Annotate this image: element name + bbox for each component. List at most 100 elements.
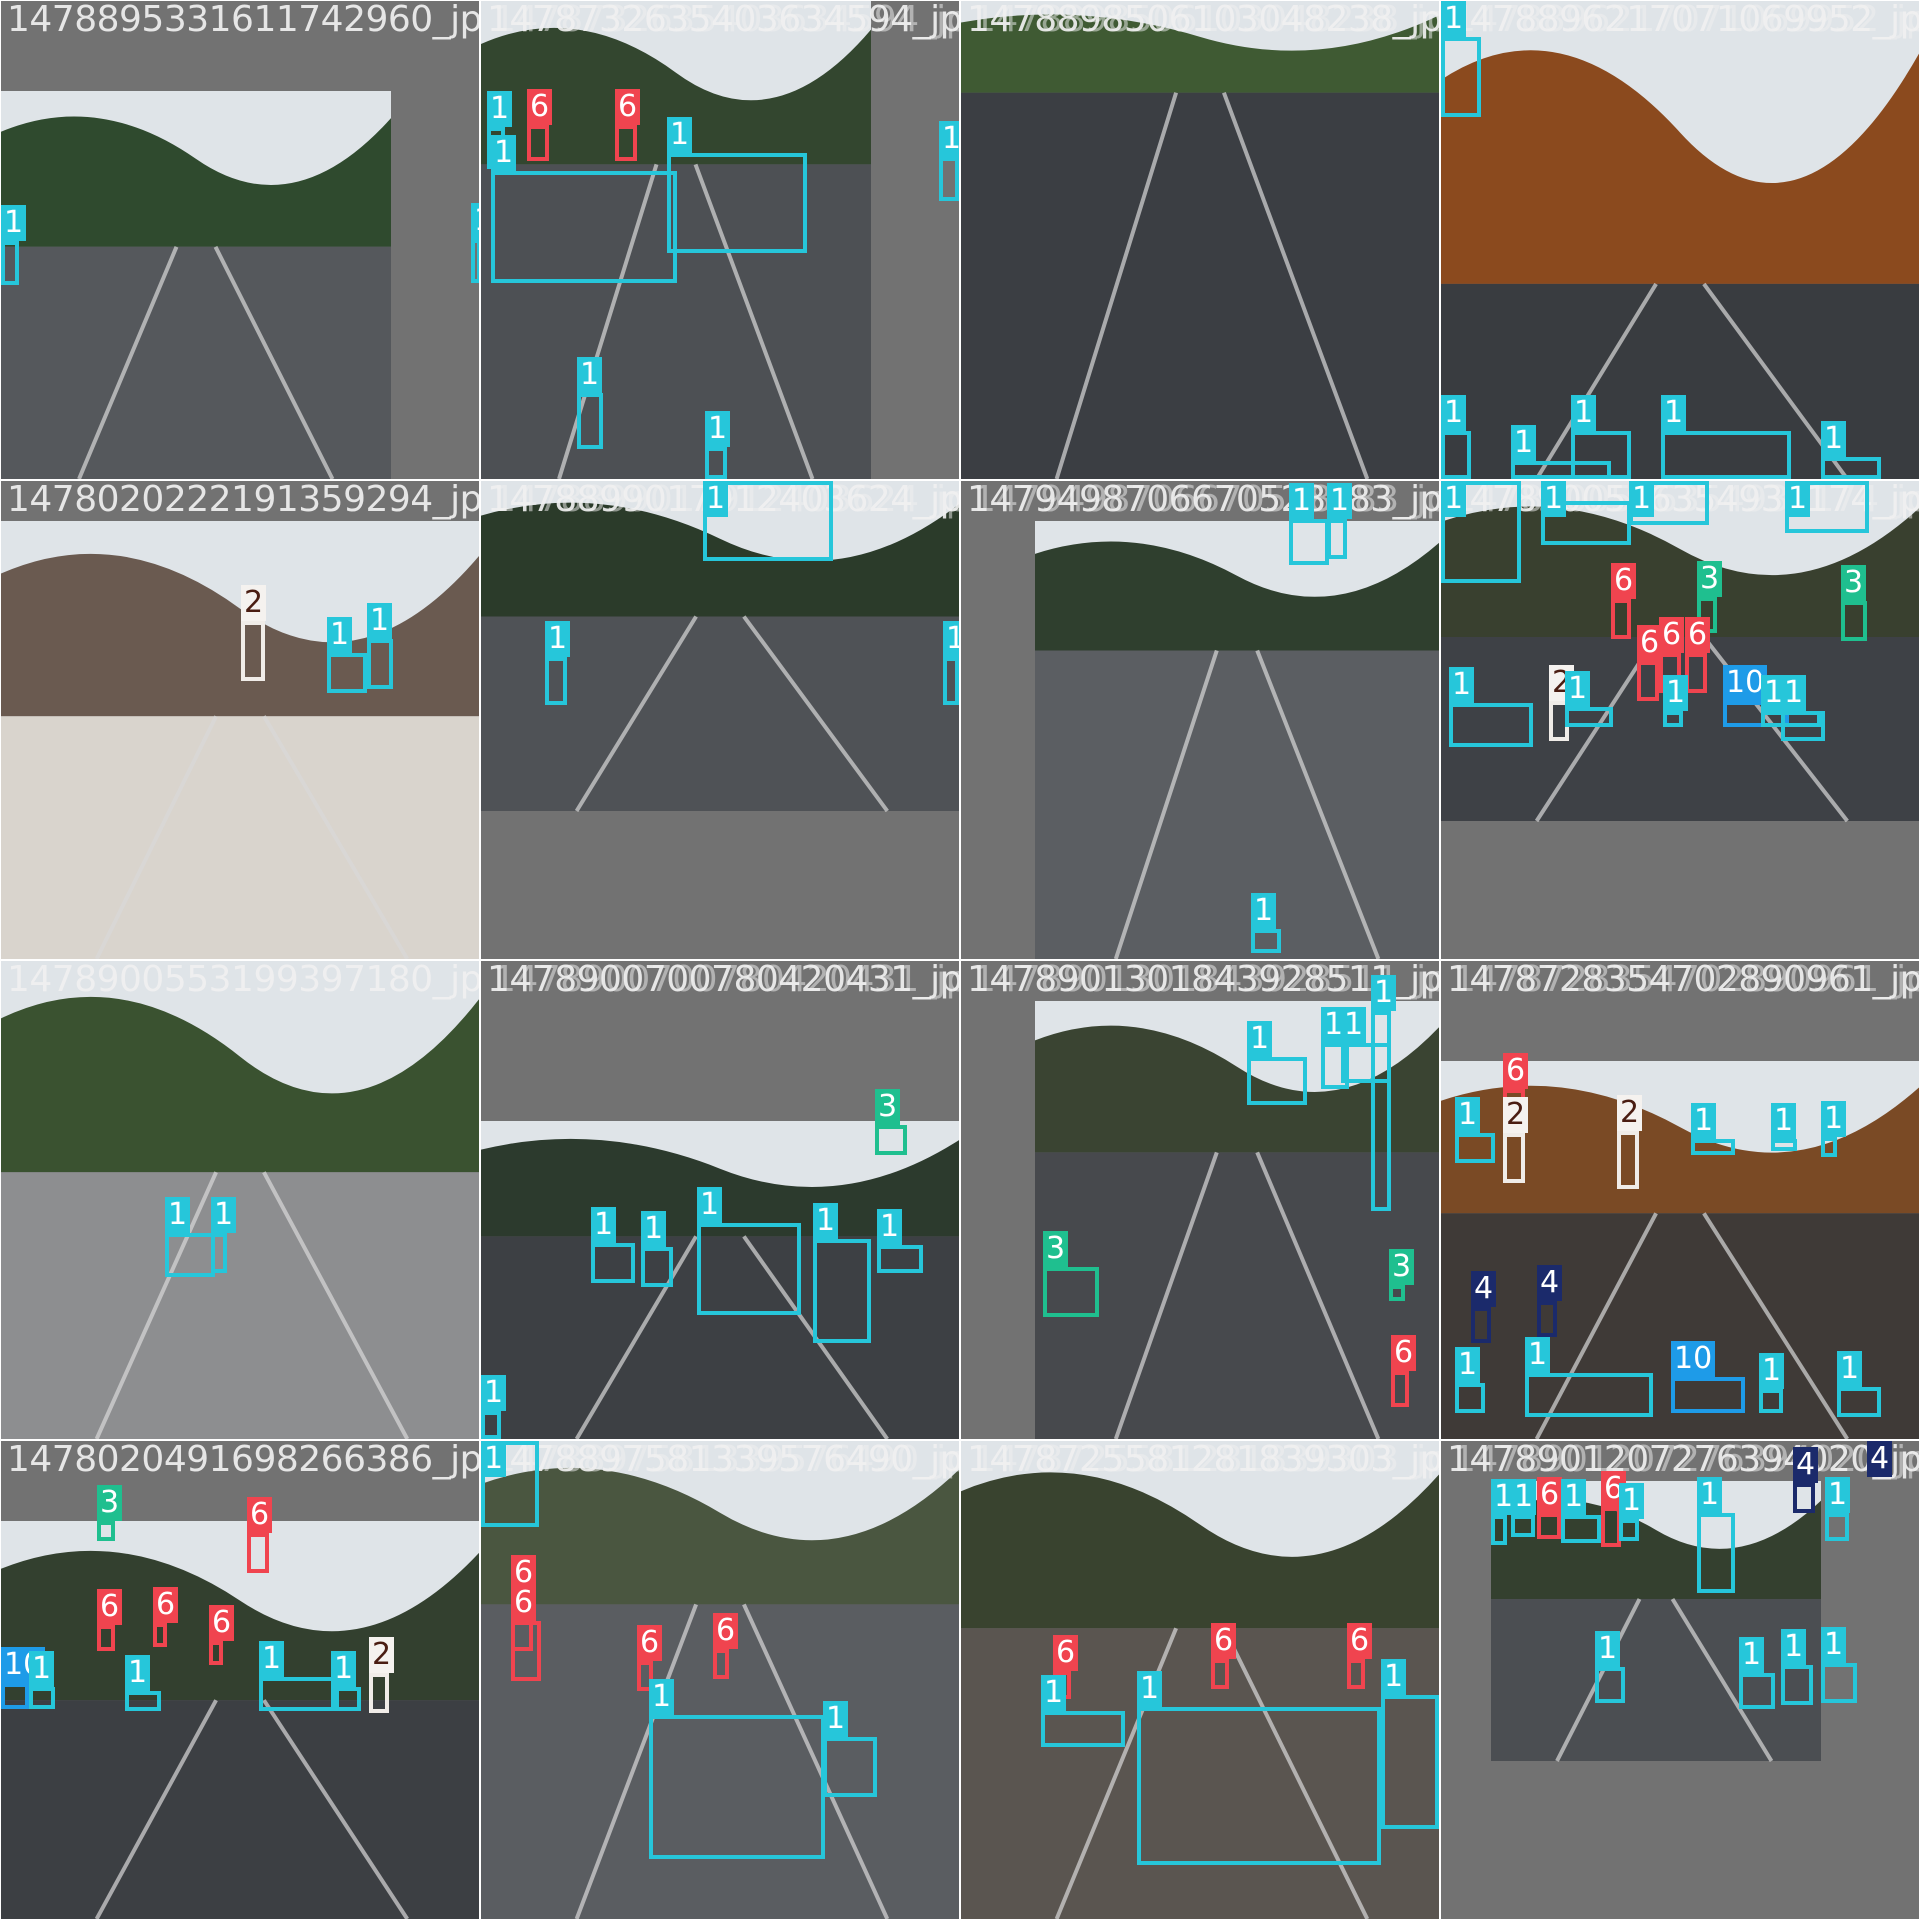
filename-label-overlap: 1478728354702890961_jpg [1453,961,1919,1000]
class-label: 1 [1247,1021,1273,1057]
class-label: 6 [1503,1053,1529,1089]
mosaic-tile: 1478895331611742960_jpg 1 1 [1,1,479,479]
bounding-box [1611,599,1631,639]
bounding-box [1043,1267,1099,1317]
class-label: 1 [877,1209,903,1245]
bounding-box [1441,37,1481,117]
class-label: 1 [1441,481,1467,517]
bounding-box [545,657,567,705]
class-label: 1 [1289,483,1315,519]
mosaic-tile: 1478725581281839303_jpg 14787255812818393… [961,1441,1439,1919]
class-label: 1 [649,1679,675,1715]
class-label: 1 [1041,1675,1067,1711]
bounding-box [1389,1285,1405,1301]
class-label: 3 [1697,561,1723,597]
class-label: 3 [97,1485,123,1521]
filename-label-overlap: 1478725581281839303_jpg [973,1441,1439,1480]
bounding-box [641,1247,673,1287]
class-label: 6 [713,1613,739,1649]
bounding-box [1471,1307,1491,1343]
class-label: 1 [1821,1627,1847,1663]
class-label: 1 [487,91,513,127]
class-label: 1 [667,117,693,153]
class-label: 1 [1541,481,1567,517]
class-label: 4 [1537,1265,1563,1301]
bounding-box [491,171,677,283]
mosaic-tile: 1478900596354935174_jpg 14789005963549351… [1441,481,1919,959]
filename-label: 1478020222191359294_jpg [7,481,479,520]
bounding-box [1247,1057,1307,1105]
class-label: 1 [823,1701,849,1737]
bounding-box [1595,1667,1625,1703]
filename-label-overlap: 1478898506103048238_jpg [973,1,1439,40]
bounding-box [591,1243,635,1283]
class-label: 1 [481,1375,507,1411]
class-label: 1 [1327,483,1353,519]
class-label: 1 [367,603,393,639]
class-label: 1 [1511,425,1537,461]
bounding-box [1251,929,1281,953]
class-label: 1 [1441,1,1467,37]
class-label: 6 [511,1585,537,1621]
class-label: 3 [1841,565,1867,601]
bounding-box [1825,1513,1849,1541]
bounding-box [1821,1137,1837,1157]
bounding-box [1739,1673,1775,1709]
bounding-box [1455,1133,1495,1163]
class-label: 4 [1793,1447,1819,1483]
class-label: 1 [1,205,27,241]
bounding-box [667,153,807,253]
class-label: 1 [1781,675,1807,711]
bounding-box [1537,1513,1561,1539]
mosaic-grid: 1478895331611742960_jpg 1 1 147873263540363… [0,0,1920,1920]
bounding-box [1347,1659,1365,1689]
filename-label-overlap: 1478901207276394020_jpg [1453,1441,1919,1480]
bounding-box [1671,1377,1745,1413]
bounding-box [1455,1383,1485,1413]
class-label: 1 [1759,1353,1785,1389]
bounding-box [1663,711,1683,727]
class-label: 1 [1821,421,1847,457]
bounding-box [369,1673,389,1713]
bounding-box [1793,1483,1815,1513]
bounding-box [331,1687,361,1711]
class-label: 1 [1455,1097,1481,1133]
class-label: 6 [209,1605,235,1641]
bounding-box [1137,1707,1381,1865]
class-label: 1 [1441,395,1467,431]
bounding-box [705,447,727,479]
class-label: 1 [1381,1659,1407,1695]
bounding-box [1661,431,1791,479]
class-label: 1 [1561,1479,1587,1515]
class-label: 1 [1629,481,1655,517]
bounding-box [943,657,959,705]
class-label: 2 [241,585,267,621]
bounding-box [1781,1665,1813,1705]
mosaic-tile: 1478901207276394020_jpg 14789012072763940… [1441,1441,1919,1919]
bounding-box [29,1687,55,1709]
bounding-box [1601,1507,1621,1547]
class-label: 6 [637,1625,663,1661]
bounding-box [1449,703,1533,747]
bounding-box [481,1411,501,1439]
class-label: 6 [247,1497,273,1533]
bounding-box [1381,1695,1439,1829]
mosaic-tile: 1478901301843928511_jpg 14789013018439285… [961,961,1439,1439]
mosaic-tile: 1479498706670528183_jpg 14794987066705281… [961,481,1439,959]
class-label: 1 [1571,395,1597,431]
filename-label: 1478900553199397180_jpg [7,961,479,1000]
mosaic-tile: 1478732635403634594_jpg 14787326354036345… [481,1,959,479]
bounding-box [1525,1373,1653,1417]
filename-label-overlap: 1478896217071069952_jpg [1453,1,1919,40]
class-label: 1 [1663,675,1689,711]
bounding-box [1685,653,1707,693]
bounding-box [97,1521,115,1541]
bounding-box [211,1233,227,1273]
bounding-box [1837,1387,1881,1417]
class-label: 1 [1771,1103,1797,1139]
mosaic-tile: 1478900700780420431_jpg 14789007007804204… [481,961,959,1439]
bounding-box [125,1691,161,1711]
bounding-box [1327,519,1347,559]
bounding-box [1537,1301,1557,1337]
mosaic-tile: 1478728354702890961_jpg 14787283547028909… [1441,961,1919,1439]
